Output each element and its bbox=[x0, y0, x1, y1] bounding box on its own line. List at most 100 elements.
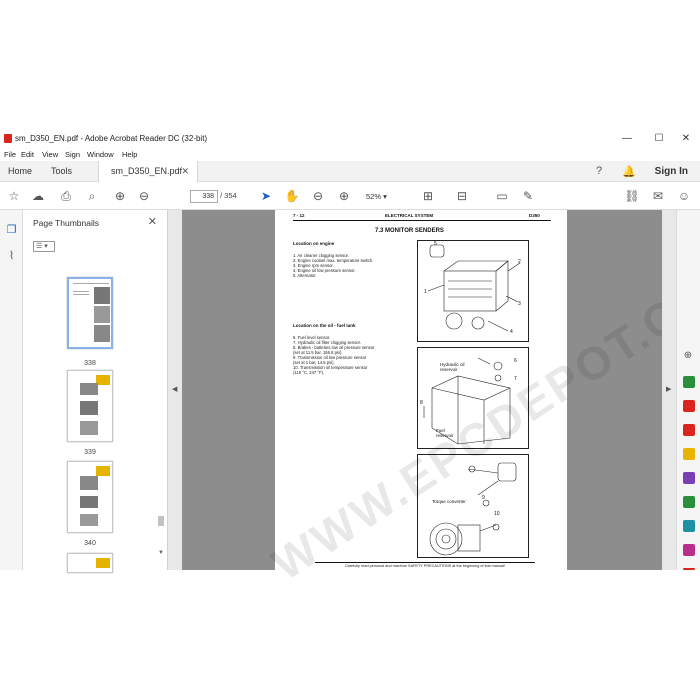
zoom-search-icon[interactable]: ⌕ bbox=[84, 188, 100, 204]
engine-figure: 1 2 3 4 5 bbox=[417, 240, 529, 342]
thumb-figure bbox=[94, 325, 110, 342]
header-rule bbox=[293, 220, 551, 221]
thumb-line bbox=[73, 291, 89, 292]
select-cursor-icon[interactable]: ➤ bbox=[258, 188, 274, 204]
tab-document[interactable]: sm_D350_EN.pdf ✕ bbox=[98, 161, 198, 182]
page-footer: Carefully read personal and machine SAFE… bbox=[315, 562, 535, 568]
next-page-icon[interactable]: ⊖ bbox=[136, 188, 152, 204]
tab-document-label: sm_D350_EN.pdf bbox=[111, 166, 183, 176]
upload-cloud-icon[interactable]: ☁ bbox=[30, 188, 46, 204]
thumb-figure bbox=[96, 375, 110, 385]
page-count: / 354 bbox=[220, 191, 237, 200]
page-number-input[interactable]: 338 bbox=[190, 190, 218, 203]
tank-item: (119 °C, 247 °F). bbox=[293, 370, 325, 375]
fit-page-icon[interactable]: ⊞ bbox=[420, 188, 436, 204]
close-tab-icon[interactable]: ✕ bbox=[181, 161, 189, 182]
hand-tool-icon[interactable]: ✋ bbox=[284, 188, 300, 204]
page-thumbnails-icon[interactable]: ❐ bbox=[5, 224, 18, 237]
scroll-down-arrow-icon[interactable]: ▼ bbox=[158, 550, 164, 556]
menu-edit[interactable]: Edit bbox=[21, 150, 34, 159]
scroll-mode-icon[interactable]: ⊟ bbox=[454, 188, 470, 204]
comment-tool-icon[interactable] bbox=[683, 448, 695, 460]
thumb-line bbox=[73, 283, 109, 284]
thumb-line bbox=[73, 294, 89, 295]
svg-text:3: 3 bbox=[518, 301, 521, 307]
search-zoom-icon[interactable]: ⊕ bbox=[681, 348, 695, 362]
thumbnail-options-dropdown[interactable]: ☰ ▾ bbox=[33, 241, 55, 252]
left-collapse-gutter[interactable]: ◀ bbox=[168, 210, 182, 570]
svg-text:1: 1 bbox=[424, 289, 427, 295]
thumb-figure bbox=[94, 287, 110, 304]
minimize-button[interactable]: — bbox=[613, 131, 641, 146]
help-icon[interactable]: ? bbox=[596, 165, 602, 177]
thumbnail-page-338[interactable] bbox=[67, 277, 113, 349]
zoom-in-icon[interactable]: ⊕ bbox=[336, 188, 352, 204]
engine-drawing: 1 2 3 4 5 bbox=[424, 241, 521, 335]
previous-page-icon[interactable]: ⊕ bbox=[112, 188, 128, 204]
thumb-figure bbox=[96, 466, 110, 476]
organize-pages-icon[interactable] bbox=[683, 496, 695, 508]
thumbnail-page-next[interactable] bbox=[67, 553, 113, 573]
fill-sign-icon[interactable] bbox=[683, 544, 695, 556]
comment-icon[interactable]: ▭ bbox=[494, 188, 510, 204]
thumbnail-scroll-thumb[interactable] bbox=[158, 516, 164, 526]
share-link-icon[interactable]: ⛓ bbox=[624, 188, 640, 204]
thumb-figure bbox=[80, 383, 98, 395]
svg-text:5: 5 bbox=[434, 241, 437, 247]
bookmark-star-icon[interactable]: ☆ bbox=[6, 188, 22, 204]
expand-right-arrow-icon[interactable]: ▶ bbox=[666, 385, 671, 393]
svg-text:10: 10 bbox=[494, 511, 500, 517]
menu-sign[interactable]: Sign bbox=[65, 150, 80, 159]
menu-help[interactable]: Help bbox=[122, 150, 137, 159]
combine-files-icon[interactable] bbox=[683, 472, 695, 484]
page-header-number: 7 - 12 bbox=[293, 213, 305, 218]
zoom-level-select[interactable]: 52% ▾ bbox=[366, 190, 406, 203]
close-window-button[interactable]: ✕ bbox=[672, 131, 700, 146]
page-header-model: D350 bbox=[529, 213, 540, 218]
page-thumbnails-panel: Page Thumbnails ✕ ☰ ▾ 338 339 340 ▼ bbox=[23, 210, 168, 573]
more-tools-icon[interactable] bbox=[683, 568, 695, 570]
account-icon[interactable]: ☺ bbox=[676, 188, 692, 204]
zoom-out-icon[interactable]: ⊖ bbox=[310, 188, 326, 204]
title-bar: sm_D350_EN.pdf - Adobe Acrobat Reader DC… bbox=[0, 130, 700, 147]
thumbnail-label-338: 338 bbox=[84, 360, 96, 367]
attachments-paperclip-icon[interactable]: ⌇ bbox=[5, 250, 18, 263]
acrobat-app-icon bbox=[4, 134, 12, 143]
thumbnail-page-340[interactable] bbox=[67, 461, 113, 533]
main-toolbar: ☆ ☁ ⎙ ⌕ ⊕ ⊖ 338 / 354 ➤ ✋ ⊖ ⊕ 52% ▾ ⊞ ⊟ … bbox=[0, 182, 700, 210]
tab-home[interactable]: Home bbox=[8, 161, 32, 182]
torque-converter-label: Torque converter bbox=[432, 499, 466, 504]
print-icon[interactable]: ⎙ bbox=[58, 188, 74, 204]
scan-ocr-icon[interactable] bbox=[683, 520, 695, 532]
thumb-figure bbox=[80, 514, 98, 526]
thumbnail-page-339[interactable] bbox=[67, 370, 113, 442]
svg-text:2: 2 bbox=[518, 259, 521, 265]
section-title: 7.3 MONITOR SENDERS bbox=[375, 228, 444, 234]
highlight-pen-icon[interactable]: ✎ bbox=[520, 188, 536, 204]
collapse-left-arrow-icon[interactable]: ◀ bbox=[172, 385, 177, 393]
menu-view[interactable]: View bbox=[42, 150, 58, 159]
page-header-title: ELECTRICAL SYSTEM bbox=[385, 213, 434, 218]
thumbnail-label-340: 340 bbox=[84, 540, 96, 547]
tab-bar: Home Tools sm_D350_EN.pdf ✕ ? 🔔 Sign In bbox=[0, 161, 700, 182]
export-pdf-icon[interactable] bbox=[683, 376, 695, 388]
notifications-bell-icon[interactable]: 🔔 bbox=[622, 165, 636, 178]
thumbnail-scrollbar[interactable]: ▼ bbox=[156, 510, 165, 570]
engine-item: 5. Alternator. bbox=[293, 273, 317, 278]
svg-text:9: 9 bbox=[482, 495, 485, 501]
right-tools-rail: ⊕ bbox=[676, 210, 700, 570]
right-collapse-gutter[interactable]: ▶ bbox=[662, 210, 676, 570]
create-pdf-icon[interactable] bbox=[683, 400, 695, 412]
menu-bar: File Edit View Sign Window Help bbox=[0, 147, 700, 161]
menu-file[interactable]: File bbox=[4, 150, 16, 159]
sign-in-button[interactable]: Sign In bbox=[655, 161, 688, 182]
left-navigation-rail: ❐ ⌇ bbox=[0, 210, 23, 570]
email-icon[interactable]: ✉ bbox=[650, 188, 666, 204]
maximize-button[interactable]: ☐ bbox=[645, 131, 673, 146]
menu-window[interactable]: Window bbox=[87, 150, 114, 159]
close-panel-icon[interactable]: ✕ bbox=[148, 215, 157, 228]
tab-tools[interactable]: Tools bbox=[51, 161, 72, 182]
engine-heading: Location on engine bbox=[293, 241, 335, 246]
document-view[interactable]: 7 - 12 ELECTRICAL SYSTEM D350 7.3 MONITO… bbox=[182, 210, 700, 590]
edit-pdf-icon[interactable] bbox=[683, 424, 695, 436]
